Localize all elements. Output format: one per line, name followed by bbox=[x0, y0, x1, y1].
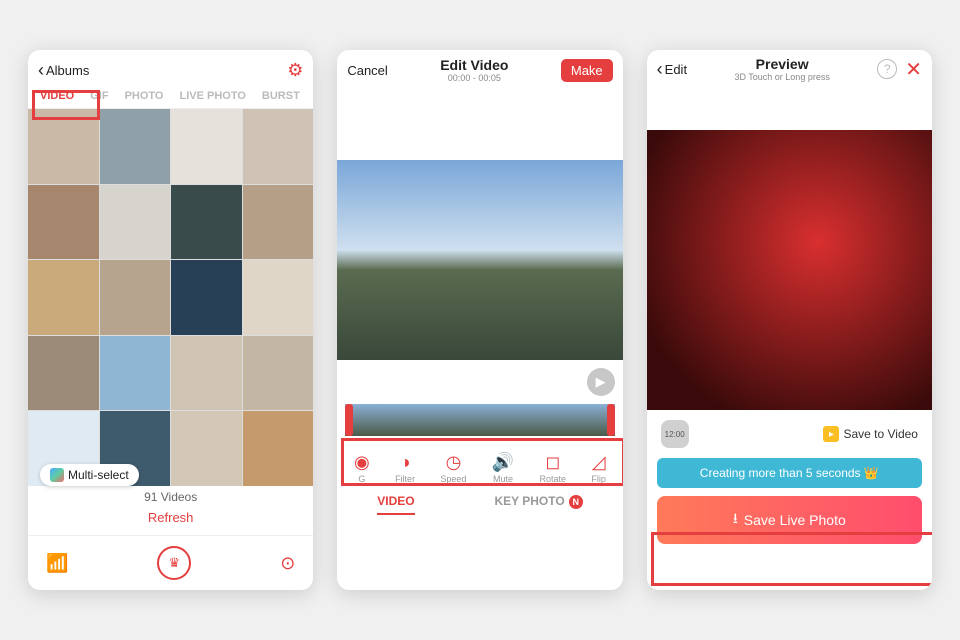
make-button[interactable]: Make bbox=[561, 59, 613, 82]
thumb[interactable] bbox=[171, 336, 242, 411]
camera-icon[interactable]: ⊙ bbox=[280, 553, 295, 574]
live-photo-preview[interactable] bbox=[647, 130, 932, 410]
chevron-left-icon: ‹ bbox=[657, 60, 663, 78]
thumb[interactable] bbox=[243, 109, 314, 184]
close-icon[interactable]: ✕ bbox=[905, 57, 922, 82]
filter-icon: ◑ bbox=[400, 452, 411, 472]
screen-edit-video: Cancel Edit Video 00:00 - 00:05 Make ▶ ◉… bbox=[337, 50, 622, 590]
crown-icon[interactable]: ♛ bbox=[157, 546, 191, 580]
thumb[interactable] bbox=[171, 109, 242, 184]
tab-photo[interactable]: PHOTO bbox=[125, 90, 164, 102]
media-tabs: VIDEO GIF PHOTO LIVE PHOTO BURST bbox=[28, 90, 313, 109]
tab-burst[interactable]: BURST bbox=[262, 90, 300, 102]
circle-icon: ◉ bbox=[354, 452, 370, 472]
gear-icon[interactable]: ⚙ bbox=[287, 60, 303, 81]
edit-title: Edit Video bbox=[388, 57, 561, 73]
trim-timeline[interactable] bbox=[345, 404, 614, 436]
tab-gif[interactable]: GIF bbox=[90, 90, 108, 102]
screen-albums: ‹ Albums ⚙ VIDEO GIF PHOTO LIVE PHOTO BU… bbox=[28, 50, 313, 590]
tab-video[interactable]: VIDEO bbox=[40, 90, 74, 102]
new-badge: N bbox=[569, 495, 583, 509]
speed-icon: ◷ bbox=[446, 452, 462, 472]
tool-flip[interactable]: ◿Flip bbox=[591, 452, 606, 484]
cancel-button[interactable]: Cancel bbox=[347, 63, 387, 78]
thumb[interactable] bbox=[243, 260, 314, 335]
tool-filter[interactable]: ◑Filter bbox=[395, 452, 415, 484]
thumb[interactable] bbox=[171, 185, 242, 260]
tool-rotate[interactable]: ◻Rotate bbox=[540, 452, 567, 484]
multiselect-icon bbox=[50, 468, 64, 482]
thumb[interactable] bbox=[243, 185, 314, 260]
mute-icon: 🔊 bbox=[492, 452, 514, 472]
info-banner: Creating more than 5 seconds 👑 bbox=[657, 458, 922, 488]
flip-icon: ◿ bbox=[592, 452, 606, 472]
video-count: 91 Videos bbox=[28, 486, 313, 508]
tool-bg[interactable]: ◉G bbox=[354, 452, 370, 484]
thumb[interactable] bbox=[28, 185, 99, 260]
back-albums[interactable]: ‹ Albums bbox=[38, 61, 89, 79]
rotate-icon: ◻ bbox=[545, 452, 560, 472]
refresh-button[interactable]: Refresh bbox=[28, 508, 313, 535]
tool-mute[interactable]: 🔊Mute bbox=[492, 452, 514, 484]
thumb[interactable] bbox=[171, 260, 242, 335]
video-icon: ▸ bbox=[823, 426, 839, 442]
trim-handle-right[interactable] bbox=[607, 404, 615, 436]
back-edit[interactable]: ‹ Edit bbox=[657, 60, 687, 78]
thumb[interactable] bbox=[171, 411, 242, 486]
tool-row: ◉G ◑Filter ◷Speed 🔊Mute ◻Rotate ◿Flip bbox=[337, 444, 622, 488]
timecode: 00:00 - 00:05 bbox=[388, 73, 561, 83]
wifi-icon[interactable]: 📶 bbox=[46, 553, 68, 574]
play-icon[interactable]: ▶ bbox=[587, 368, 615, 396]
thumb[interactable] bbox=[28, 336, 99, 411]
save-to-video-button[interactable]: ▸ Save to Video bbox=[823, 426, 918, 442]
video-preview[interactable]: ▶ bbox=[337, 160, 622, 360]
help-icon[interactable]: ? bbox=[877, 59, 897, 79]
thumb[interactable] bbox=[100, 336, 171, 411]
chevron-left-icon: ‹ bbox=[38, 61, 44, 79]
thumb[interactable] bbox=[243, 411, 314, 486]
thumb[interactable] bbox=[100, 260, 171, 335]
multi-select-button[interactable]: Multi-select bbox=[40, 464, 139, 486]
back-label: Albums bbox=[46, 63, 89, 78]
thumbnail-grid bbox=[28, 109, 313, 486]
thumb[interactable] bbox=[28, 260, 99, 335]
screen-preview: ‹ Edit Preview 3D Touch or Long press ? … bbox=[647, 50, 932, 590]
thumb[interactable] bbox=[100, 109, 171, 184]
thumb[interactable] bbox=[243, 336, 314, 411]
thumb[interactable] bbox=[28, 109, 99, 184]
preview-title: Preview bbox=[687, 56, 877, 72]
back-label: Edit bbox=[665, 62, 687, 77]
duration-badge[interactable]: 12:00 bbox=[661, 420, 689, 448]
download-icon: ⭳ bbox=[733, 508, 738, 532]
tab-livephoto[interactable]: LIVE PHOTO bbox=[180, 90, 246, 102]
multi-select-label: Multi-select bbox=[68, 468, 129, 482]
trim-handle-left[interactable] bbox=[345, 404, 353, 436]
thumb[interactable] bbox=[100, 185, 171, 260]
preview-subtitle: 3D Touch or Long press bbox=[687, 72, 877, 82]
tool-speed[interactable]: ◷Speed bbox=[440, 452, 466, 484]
save-live-photo-button[interactable]: ⭳ Save Live Photo bbox=[657, 496, 922, 544]
bottom-tab-video[interactable]: VIDEO bbox=[377, 494, 414, 509]
bottom-tab-keyphoto[interactable]: KEY PHOTON bbox=[494, 494, 582, 509]
